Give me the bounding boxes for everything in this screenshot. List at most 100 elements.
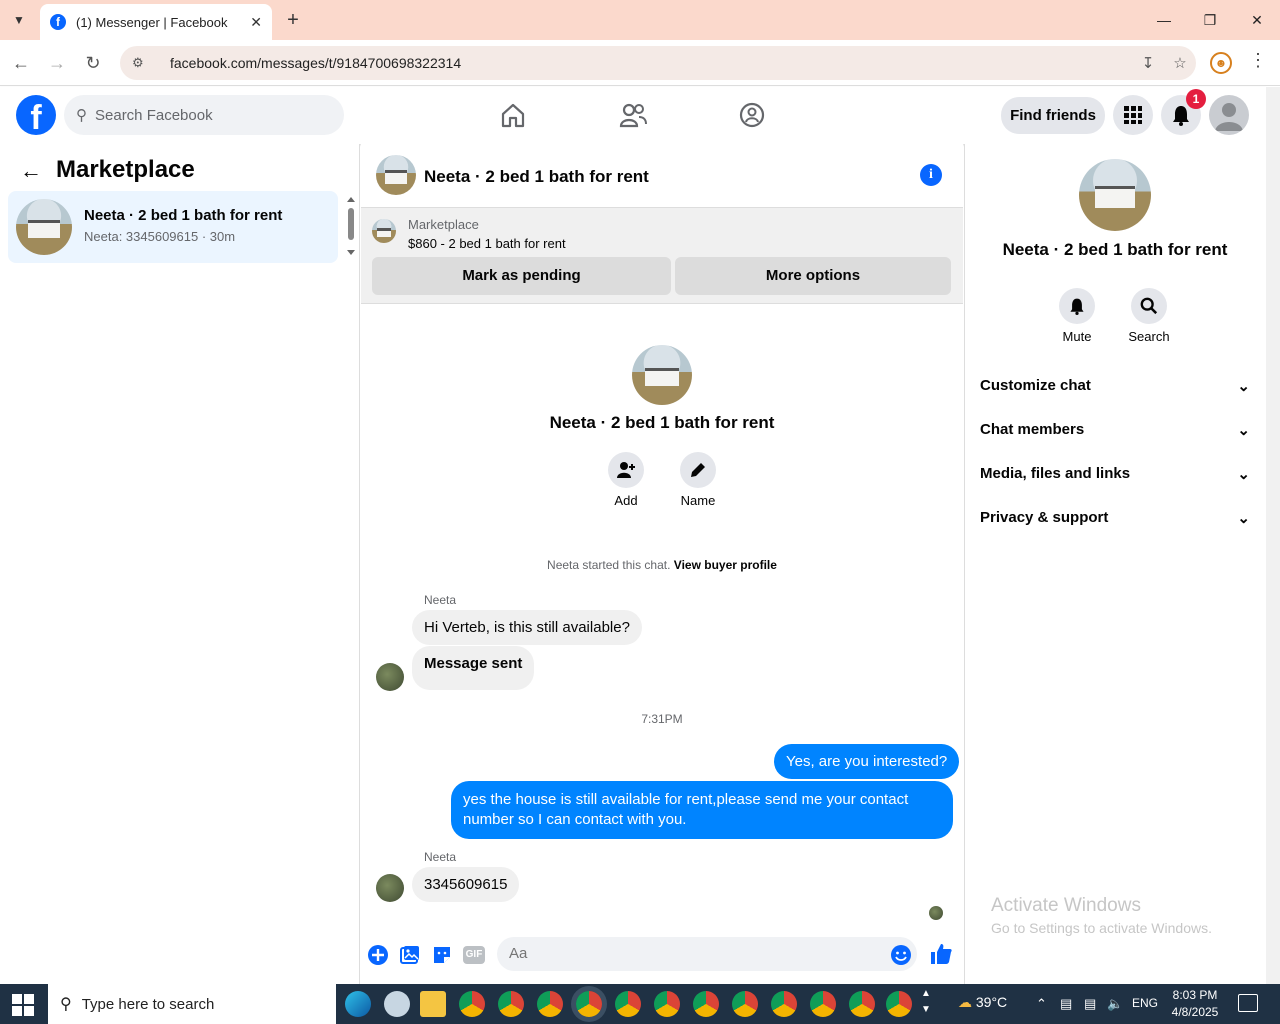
chevron-down-icon: ⌄	[1237, 466, 1250, 483]
account-avatar[interactable]	[1209, 95, 1249, 135]
volume-icon[interactable]: 🔈	[1107, 996, 1123, 1012]
install-app-icon[interactable]: ↧	[1132, 54, 1164, 72]
chrome-profile-icon[interactable]	[615, 991, 641, 1017]
customize-chat-section[interactable]: Customize chat ⌄	[980, 377, 1250, 395]
taskbar-clock[interactable]: 8:03 PM 4/8/2025	[1165, 987, 1225, 1021]
menu-grid-button[interactable]	[1113, 95, 1153, 135]
windows-start-icon[interactable]	[12, 994, 34, 1016]
edge-icon[interactable]	[345, 991, 371, 1017]
chrome-profile-icon[interactable]	[849, 991, 875, 1017]
home-icon[interactable]	[498, 100, 528, 130]
chrome-profile-icon[interactable]	[654, 991, 680, 1017]
restore-button[interactable]: ❐	[1187, 8, 1233, 32]
clock-date: 4/8/2025	[1171, 1005, 1219, 1019]
chevron-down-icon: ⌄	[1237, 378, 1250, 395]
message-timestamp: 7:31PM	[641, 712, 683, 726]
add-people-button[interactable]	[608, 452, 644, 488]
activate-windows-subtitle: Go to Settings to activate Windows.	[991, 920, 1212, 936]
app-icon[interactable]	[384, 991, 410, 1017]
listing-price-title[interactable]: $860 - 2 bed 1 bath for rent	[408, 236, 566, 251]
facebook-search-input[interactable]: ⚲ Search Facebook	[64, 95, 344, 135]
chat-started-notice: Neeta started this chat. View buyer prof…	[361, 558, 963, 572]
chat-members-section[interactable]: Chat members ⌄	[980, 421, 1250, 439]
back-arrow-icon[interactable]: ←	[20, 158, 44, 186]
sender-avatar[interactable]	[376, 874, 404, 902]
chrome-profile-icon[interactable]	[693, 991, 719, 1017]
browser-tab[interactable]: f (1) Messenger | Facebook ✕	[40, 4, 272, 40]
chrome-profile-icon[interactable]	[537, 991, 563, 1017]
section-label: Customize chat	[980, 377, 1091, 394]
show-hidden-icons-icon[interactable]: ⌃	[1036, 996, 1047, 1012]
omnibox[interactable]: ⚙ facebook.com/messages/t/91847006983223…	[120, 46, 1196, 80]
edit-name-button[interactable]	[680, 452, 716, 488]
gif-icon[interactable]: GIF	[463, 946, 485, 964]
chrome-profile-icon[interactable]	[576, 991, 602, 1017]
chat-title[interactable]: Neeta · 2 bed 1 bath for rent	[424, 167, 649, 187]
mute-label: Mute	[1062, 329, 1092, 344]
tab-search-button[interactable]: ▼	[6, 8, 32, 32]
photo-icon[interactable]	[399, 944, 421, 966]
info-panel-name: Neeta · 2 bed 1 bath for rent	[1002, 240, 1228, 259]
chrome-profile-icon[interactable]	[498, 991, 524, 1017]
friends-icon[interactable]	[618, 100, 648, 130]
chat-info-panel	[964, 144, 1266, 984]
input-language[interactable]: ENG	[1132, 996, 1158, 1010]
site-info-icon[interactable]: ⚙	[132, 55, 152, 71]
outgoing-message[interactable]: Yes, are you interested?	[774, 744, 960, 779]
chrome-profile-icon[interactable]	[810, 991, 836, 1017]
sticker-icon[interactable]	[431, 944, 453, 966]
search-in-chat-button[interactable]	[1131, 288, 1167, 324]
outgoing-message[interactable]: yes the house is still available for ren…	[451, 781, 953, 839]
incoming-message[interactable]: 3345609615	[412, 867, 520, 902]
new-tab-button[interactable]: +	[282, 8, 304, 32]
pencil-icon	[691, 463, 705, 477]
meet-now-icon[interactable]: ▤	[1060, 996, 1072, 1012]
chrome-icon[interactable]	[459, 991, 485, 1017]
seen-receipt-avatar	[929, 906, 943, 920]
media-files-links-section[interactable]: Media, files and links ⌄	[980, 465, 1250, 483]
back-button[interactable]: ←	[8, 50, 34, 76]
plus-icon[interactable]	[367, 944, 389, 966]
close-window-button[interactable]: ✕	[1234, 8, 1280, 32]
view-buyer-profile-link[interactable]: View buyer profile	[674, 558, 777, 572]
notification-center-icon[interactable]	[1238, 994, 1258, 1012]
forward-button[interactable]: →	[44, 50, 70, 76]
minimize-button[interactable]: —	[1141, 8, 1187, 32]
privacy-support-section[interactable]: Privacy & support ⌄	[980, 509, 1250, 527]
chat-profile-name: Neeta · 2 bed 1 bath for rent	[549, 413, 775, 432]
bookmark-star-icon[interactable]: ☆	[1164, 54, 1196, 72]
chat-list-scrollbar[interactable]	[346, 196, 356, 256]
find-friends-button[interactable]: Find friends	[1001, 97, 1105, 134]
name-label: Name	[680, 493, 716, 508]
chat-header-avatar[interactable]	[376, 155, 416, 195]
chrome-profile-icon[interactable]: ☻	[1210, 52, 1232, 74]
info-icon[interactable]: i	[920, 164, 942, 186]
taskbar-search-box[interactable]: ⚲ Type here to search	[48, 984, 336, 1024]
page-scrollbar[interactable]	[1266, 87, 1280, 984]
emoji-icon[interactable]	[890, 944, 912, 966]
sender-avatar[interactable]	[376, 663, 404, 691]
file-explorer-icon[interactable]	[420, 991, 446, 1017]
listing-small-thumbnail	[372, 219, 396, 243]
groups-icon[interactable]	[737, 100, 767, 130]
network-icon[interactable]: ▤	[1084, 996, 1096, 1012]
mute-button[interactable]	[1059, 288, 1095, 324]
incoming-message[interactable]: Hi Verteb, is this still available?	[412, 610, 642, 645]
close-tab-icon[interactable]: ✕	[250, 14, 262, 31]
reload-button[interactable]: ↻	[80, 50, 106, 76]
activate-windows-title: Activate Windows	[991, 895, 1141, 916]
chrome-menu-icon[interactable]: ⋮	[1248, 50, 1268, 71]
like-icon[interactable]	[929, 942, 953, 966]
url-text: facebook.com/messages/t/9184700698322314	[170, 55, 462, 71]
mark-as-pending-button[interactable]: Mark as pending	[372, 257, 671, 295]
chrome-profile-icon[interactable]	[886, 991, 912, 1017]
taskbar-scroll-arrows-icon[interactable]: ▲ ▼	[920, 986, 932, 1018]
incoming-message[interactable]: Message sent	[412, 646, 535, 690]
chrome-profile-icon[interactable]	[732, 991, 758, 1017]
weather-widget[interactable]: ☁ 39°C	[958, 994, 1007, 1011]
facebook-logo[interactable]: f	[16, 95, 56, 135]
chrome-profile-icon[interactable]	[771, 991, 797, 1017]
message-input[interactable]	[497, 937, 917, 971]
section-label: Chat members	[980, 421, 1085, 438]
more-options-button[interactable]: More options	[675, 257, 951, 295]
